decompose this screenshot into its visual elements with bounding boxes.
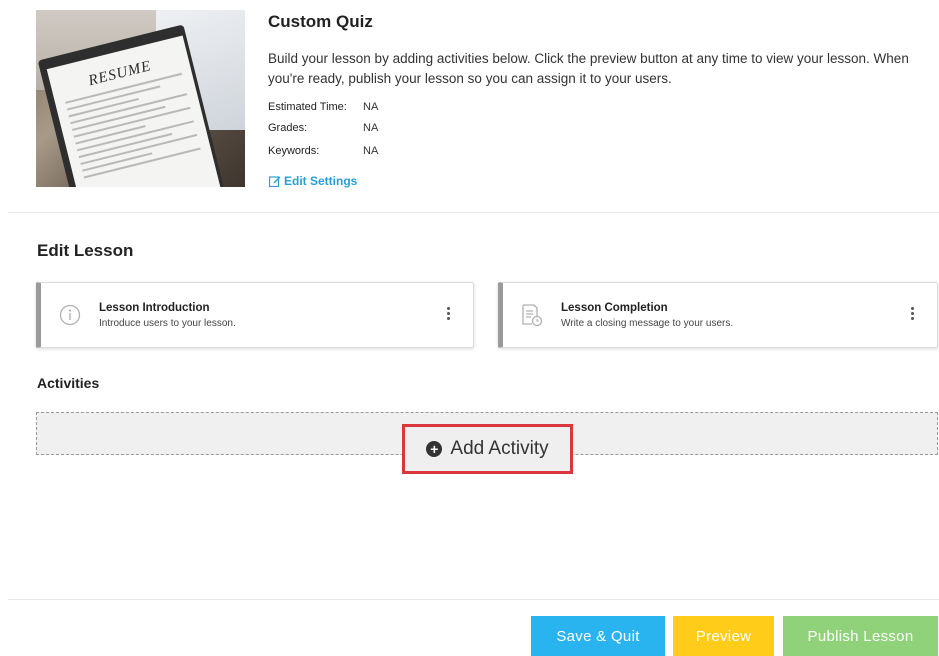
meta-value: NA <box>363 101 379 113</box>
meta-label: Keywords: <box>268 145 320 157</box>
lesson-introduction-card[interactable]: Lesson Introduction Introduce users to y… <box>36 282 474 348</box>
meta-label: Estimated Time: <box>268 101 347 113</box>
add-activity-label: Add Activity <box>450 438 549 459</box>
meta-label: Grades: <box>268 122 308 134</box>
lesson-title: Custom Quiz <box>268 12 373 31</box>
meta-value: NA <box>363 145 379 157</box>
edit-icon <box>269 176 281 187</box>
lesson-completion-card[interactable]: Lesson Completion Write a closing messag… <box>498 282 938 348</box>
card-subtitle: Introduce users to your lesson. <box>99 318 236 329</box>
edit-settings-label: Edit Settings <box>284 174 358 188</box>
card-title: Lesson Completion <box>561 302 668 314</box>
lesson-thumbnail: RESUME <box>36 10 245 187</box>
edit-lesson-heading: Edit Lesson <box>37 241 134 260</box>
document-clock-icon <box>522 304 543 327</box>
activities-heading: Activities <box>37 375 100 391</box>
more-options-icon[interactable] <box>909 307 915 325</box>
footer-divider <box>8 599 939 600</box>
preview-button[interactable]: Preview <box>673 616 774 656</box>
edit-settings-link[interactable]: Edit Settings <box>269 174 357 188</box>
save-quit-button[interactable]: Save & Quit <box>531 616 665 656</box>
section-divider <box>8 212 939 213</box>
publish-lesson-button[interactable]: Publish Lesson <box>783 616 938 656</box>
card-subtitle: Write a closing message to your users. <box>561 318 734 329</box>
add-activity-button[interactable]: + Add Activity <box>402 424 573 474</box>
plus-circle-icon: + <box>426 441 443 457</box>
info-icon <box>59 304 81 326</box>
more-options-icon[interactable] <box>445 307 451 325</box>
meta-value: NA <box>363 122 379 134</box>
card-title: Lesson Introduction <box>99 302 210 314</box>
lesson-description: Build your lesson by adding activities b… <box>268 51 909 86</box>
